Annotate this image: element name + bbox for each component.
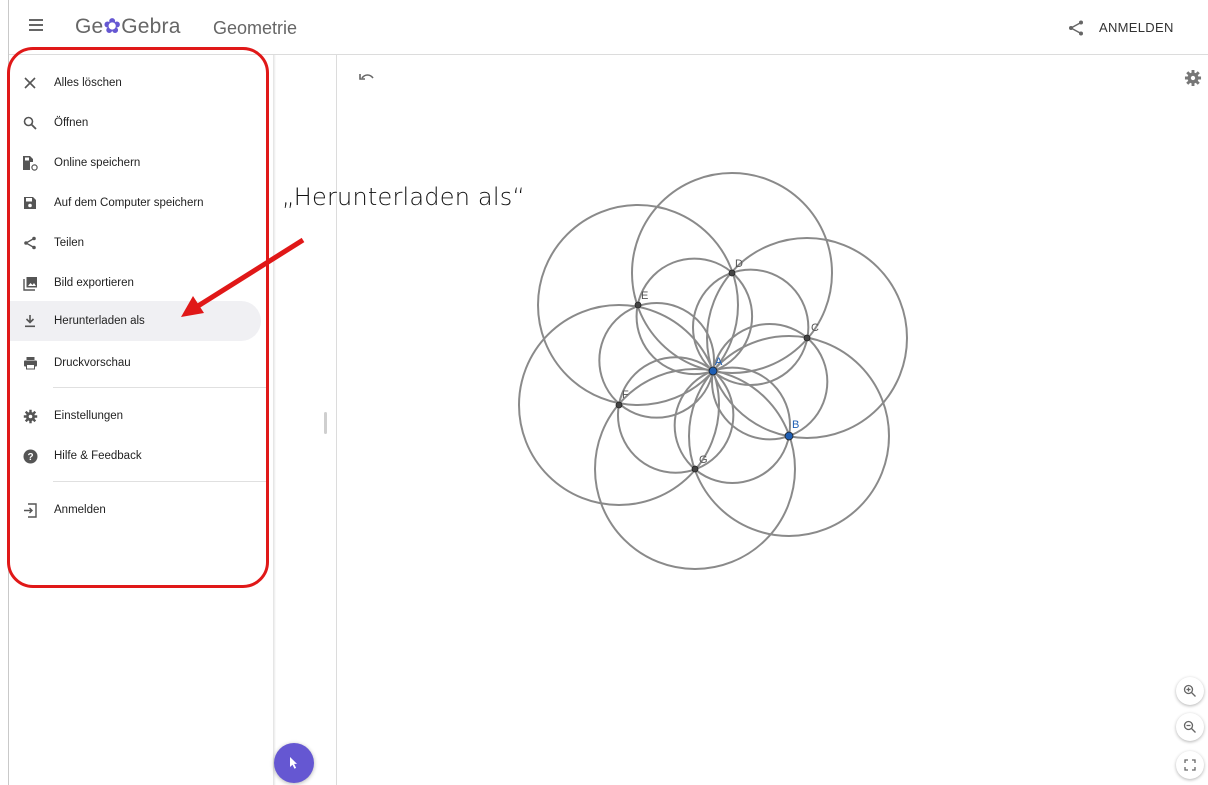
point-label-g: G [699,454,708,466]
point-c [803,334,811,342]
share-icon[interactable] [1067,19,1085,37]
app-title: Geometrie [213,18,298,38]
point-label-a: A [715,356,723,368]
geogebra-logo: Ge✿Gebra [75,15,181,38]
point-e [634,301,642,309]
point-b [784,431,794,441]
zoom-out-icon [1183,720,1196,733]
point-f [615,401,623,409]
zoom-in-button[interactable] [1176,677,1204,705]
point-d [728,269,736,277]
graphics-view[interactable]: A B C D E F G [337,55,1208,785]
point-label-c: C [811,322,819,334]
annotation-label: „Herunterladen als“ [282,183,526,211]
point-label-f: F [622,389,629,401]
fullscreen-icon [1184,759,1196,771]
point-label-e: E [641,290,648,302]
hamburger-menu-icon[interactable] [29,19,43,33]
point-g [691,465,699,473]
fullscreen-button[interactable] [1176,751,1204,779]
point-a [708,366,718,376]
annotation-highlight-box [7,47,269,588]
cursor-arrow-icon [290,757,297,769]
zoom-in-icon [1183,684,1196,697]
zoom-out-button[interactable] [1176,713,1204,741]
point-label-d: D [735,258,743,270]
panel-resize-handle[interactable] [324,412,327,434]
login-button[interactable]: ANMELDEN [1099,20,1174,35]
algebra-view-collapsed [276,55,337,785]
point-label-b: B [792,419,799,431]
tools-button[interactable] [274,743,314,783]
